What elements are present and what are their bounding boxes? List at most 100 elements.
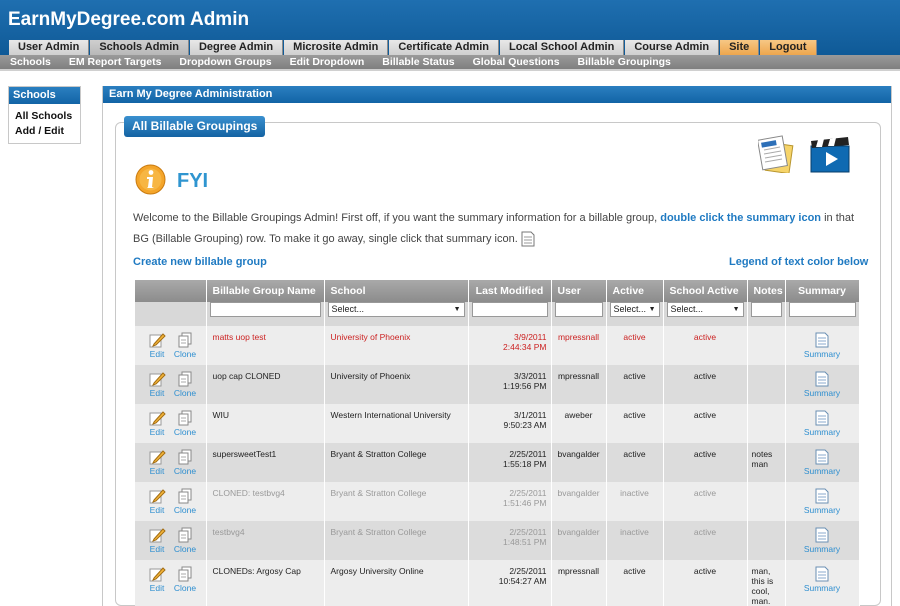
cell-last-modified: 3/9/2011 2:44:34 PM: [468, 326, 552, 365]
summary-label: Summary: [803, 388, 841, 398]
cell-date: 2/25/2011: [509, 566, 547, 576]
summary-button[interactable]: Summary: [786, 527, 859, 554]
cell-last-modified: 2/25/2011 1:55:18 PM: [468, 443, 552, 482]
clone-button[interactable]: Clone: [171, 566, 199, 593]
description-text: Welcome to the Billable Groupings Admin!…: [133, 208, 863, 250]
summary-filter-input[interactable]: [788, 302, 856, 317]
summary-button[interactable]: Summary: [786, 410, 859, 437]
user-filter-input[interactable]: [554, 302, 603, 317]
clone-button[interactable]: Clone: [171, 371, 199, 398]
tab-user-admin[interactable]: User Admin: [9, 40, 90, 55]
summary-button[interactable]: Summary: [786, 566, 859, 593]
tab-microsite-admin[interactable]: Microsite Admin: [284, 40, 389, 55]
edit-icon: [143, 566, 171, 582]
tab-site[interactable]: Site: [720, 40, 760, 55]
subnav-billable-groupings[interactable]: Billable Groupings: [578, 55, 671, 69]
edit-button[interactable]: Edit: [143, 449, 171, 476]
summary-icon: [786, 527, 859, 543]
table-row[interactable]: Edit Clone matts uop test University of Pho…: [135, 326, 860, 365]
subnav-global-questions[interactable]: Global Questions: [473, 55, 560, 69]
clone-button[interactable]: Clone: [171, 449, 199, 476]
clone-button[interactable]: Clone: [171, 410, 199, 437]
summary-doc-icon: [521, 231, 535, 247]
clone-icon: [171, 449, 199, 465]
tab-schools-admin[interactable]: Schools Admin: [90, 40, 189, 55]
header-user[interactable]: User: [551, 280, 607, 302]
summary-icon: [786, 488, 859, 504]
tab-course-admin[interactable]: Course Admin: [625, 40, 720, 55]
edit-icon: [143, 527, 171, 543]
all-schools-link[interactable]: All Schools: [9, 109, 80, 124]
legend-link[interactable]: Legend of text color below: [729, 256, 868, 268]
subnav-em-report-targets[interactable]: EM Report Targets: [69, 55, 162, 69]
summary-icon: [786, 371, 859, 387]
summary-button[interactable]: Summary: [786, 371, 859, 398]
header-school-active[interactable]: School Active: [663, 280, 748, 302]
summary-button[interactable]: Summary: [786, 488, 859, 515]
table-row[interactable]: Edit Clone testbvg4 Bryant & Stratton Colle…: [135, 521, 860, 560]
filter-cell-summary: [785, 302, 860, 326]
subnav-edit-dropdown[interactable]: Edit Dropdown: [290, 55, 365, 69]
clone-icon: [171, 488, 199, 504]
cell-notes: [747, 404, 786, 443]
summary-icon: [786, 566, 859, 582]
cell-date: 2/25/2011: [509, 527, 547, 537]
header-summary[interactable]: Summary: [785, 280, 860, 302]
cell-active: inactive: [606, 521, 664, 560]
row-actions: Edit Clone: [135, 482, 207, 521]
summary-button[interactable]: Summary: [786, 449, 859, 476]
summary-button[interactable]: Summary: [786, 332, 859, 359]
tab-certificate-admin[interactable]: Certificate Admin: [389, 40, 499, 55]
tab-local-school-admin[interactable]: Local School Admin: [500, 40, 625, 55]
create-billable-group-link[interactable]: Create new billable group: [133, 256, 267, 268]
cell-notes: notes man: [747, 443, 786, 482]
subnav-billable-status[interactable]: Billable Status: [382, 55, 454, 69]
school-active-filter-select[interactable]: Select...: [666, 302, 744, 317]
add-edit-link[interactable]: Add / Edit: [9, 124, 80, 139]
active-filter-select[interactable]: Select...: [609, 302, 660, 317]
date-filter-input[interactable]: [471, 302, 548, 317]
video-icon[interactable]: [810, 137, 850, 173]
clone-button[interactable]: Clone: [171, 527, 199, 554]
filter-row: Select... Select... Select...: [135, 302, 860, 326]
summary-label: Summary: [803, 544, 841, 554]
edit-button[interactable]: Edit: [143, 527, 171, 554]
edit-button[interactable]: Edit: [143, 332, 171, 359]
edit-button[interactable]: Edit: [143, 566, 171, 593]
table-row[interactable]: Edit Clone uop cap CLONED University of Pho…: [135, 365, 860, 404]
cell-active: inactive: [606, 482, 664, 521]
header-active[interactable]: Active: [606, 280, 664, 302]
notes-filter-input[interactable]: [750, 302, 782, 317]
tab-degree-admin[interactable]: Degree Admin: [189, 40, 284, 55]
filter-cell-user: [551, 302, 607, 326]
documents-icon[interactable]: [756, 135, 794, 175]
description-part-1: Welcome to the Billable Groupings Admin!…: [133, 212, 661, 224]
cell-school: Bryant & Stratton College: [324, 521, 469, 560]
header-billable-group-name[interactable]: Billable Group Name: [206, 280, 325, 302]
header-last-modified[interactable]: Last Modified: [468, 280, 552, 302]
edit-button[interactable]: Edit: [143, 410, 171, 437]
name-filter-input[interactable]: [209, 302, 321, 317]
clone-button[interactable]: Clone: [171, 488, 199, 515]
cell-summary: Summary: [785, 521, 860, 560]
subnav-dropdown-groups[interactable]: Dropdown Groups: [179, 55, 271, 69]
edit-button[interactable]: Edit: [143, 371, 171, 398]
subnav-schools[interactable]: Schools: [10, 55, 51, 69]
cell-summary: Summary: [785, 482, 860, 521]
clone-button[interactable]: Clone: [171, 332, 199, 359]
cell-time: 10:54:27 AM: [498, 576, 547, 586]
table-row[interactable]: Edit Clone supersweetTest1 Bryant & Stratto…: [135, 443, 860, 482]
header-school[interactable]: School: [324, 280, 469, 302]
clone-label: Clone: [173, 505, 197, 515]
header-notes[interactable]: Notes: [747, 280, 786, 302]
cell-name: matts uop test: [206, 326, 325, 365]
tab-logout[interactable]: Logout: [760, 40, 817, 55]
edit-label: Edit: [149, 466, 165, 476]
table-row[interactable]: Edit Clone CLONED: testbvg4 Bryant & Stratt…: [135, 482, 860, 521]
cell-user: mpressnall: [551, 326, 607, 365]
summary-label: Summary: [803, 466, 841, 476]
table-row[interactable]: Edit Clone WIU Western International Univer…: [135, 404, 860, 443]
table-row[interactable]: Edit Clone CLONEDs: Argosy Cap Argosy Unive…: [135, 560, 860, 606]
school-filter-select[interactable]: Select...: [327, 302, 465, 317]
edit-button[interactable]: Edit: [143, 488, 171, 515]
